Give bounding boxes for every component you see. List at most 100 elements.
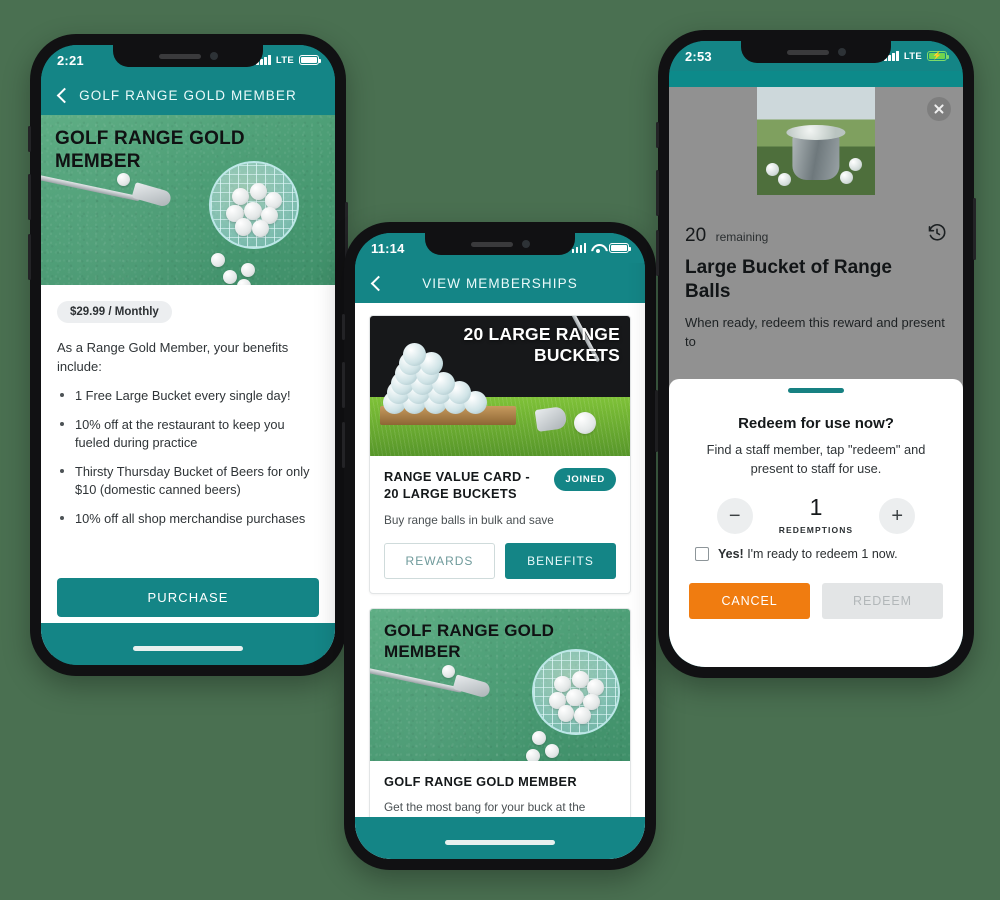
- sheet-actions: CANCEL REDEEM: [689, 583, 943, 620]
- quantity-label: REDEMPTIONS: [778, 525, 854, 536]
- stray-ball: [526, 749, 540, 762]
- status-indicators: [571, 242, 631, 254]
- price-badge: $29.99 / Monthly: [57, 301, 172, 323]
- redeem-button[interactable]: REDEEM: [822, 583, 943, 620]
- sheet-body-text: Find a staff member, tap "redeem" and pr…: [706, 442, 926, 476]
- sheet-heading: Redeem for use now?: [738, 415, 894, 432]
- list-item: 10% off all shop merchandise purchases: [57, 510, 319, 528]
- page-title: VIEW MEMBERSHIPS: [422, 275, 578, 291]
- phone3-volume-up: [656, 170, 659, 216]
- confirm-checkbox-row[interactable]: Yes! I'm ready to redeem 1 now.: [689, 547, 943, 562]
- status-badge: JOINED: [554, 468, 616, 491]
- phone-1-screen: 2:21 LTE GOLF RANGE GOLD MEMBER GOLF RAN…: [41, 45, 335, 665]
- remaining-row: 20 remaining: [669, 213, 963, 250]
- decrement-button[interactable]: −: [716, 497, 753, 534]
- phone-3-screen: 2:53 LTE ⚡ 20 remaining Large Bucket of …: [669, 41, 963, 667]
- status-time: 11:14: [371, 240, 405, 256]
- ball-basket: [209, 161, 299, 249]
- phone1-home-bar-area: [41, 623, 335, 665]
- quantity-value: 1: [809, 494, 823, 521]
- card-subtitle: Buy range balls in bulk and save: [384, 512, 554, 527]
- stray-ball: [532, 731, 546, 746]
- card-actions: REWARDS BENEFITS: [384, 543, 616, 580]
- phone1-nav-bar: GOLF RANGE GOLD MEMBER: [41, 75, 335, 115]
- confirm-text: I'm ready to redeem 1 now.: [743, 547, 898, 562]
- redeem-bottom-sheet: Redeem for use now? Find a staff member,…: [669, 379, 963, 667]
- confirm-label: Yes! I'm ready to redeem 1 now.: [718, 547, 898, 561]
- phone1-notch-contents: [113, 45, 263, 67]
- stray-ball: [211, 253, 225, 267]
- card-image: 20 LARGE RANGE BUCKETS: [370, 316, 630, 456]
- network-label: LTE: [903, 50, 922, 62]
- reward-description: When ready, redeem this reward and prese…: [685, 314, 945, 349]
- reward-photo: [757, 87, 875, 195]
- front-camera-icon: [521, 240, 530, 248]
- front-camera-icon: [209, 52, 218, 60]
- phone-2-screen: 11:14 VIEW MEMBERSHIPS 20 LARGE RANGE BU…: [355, 233, 645, 859]
- stray-ball: [223, 270, 237, 284]
- stray-ball: [237, 279, 251, 285]
- network-label: LTE: [275, 54, 294, 66]
- membership-card[interactable]: 20 LARGE RANGE BUCKETS RANGE VALUE CARD …: [369, 315, 631, 595]
- phone1-hero-image: GOLF RANGE GOLD MEMBER: [41, 115, 335, 285]
- status-time: 2:21: [57, 52, 84, 68]
- ball-bucket: [786, 124, 846, 180]
- cancel-button[interactable]: CANCEL: [689, 583, 810, 620]
- home-indicator[interactable]: [445, 840, 555, 845]
- rewards-button[interactable]: REWARDS: [384, 543, 495, 580]
- phone3-volume-down: [656, 230, 659, 276]
- membership-card[interactable]: GOLF RANGE GOLD MEMBER GOLF RANGE GOLD M…: [369, 608, 631, 848]
- status-indicators: LTE ⚡: [884, 50, 949, 62]
- history-clock-icon[interactable]: [927, 223, 947, 248]
- phone2-home-bar-area: [355, 817, 645, 859]
- list-item: Thirsty Thursday Bucket of Beers for onl…: [57, 463, 319, 499]
- screenshot-stage: 2:21 LTE GOLF RANGE GOLD MEMBER GOLF RAN…: [0, 0, 1000, 900]
- battery-icon: [609, 242, 631, 254]
- stray-ball: [442, 665, 455, 679]
- phone3-mute-switch: [656, 122, 659, 148]
- list-item: 10% off at the restaurant to keep you fu…: [57, 416, 319, 452]
- phone3-power-button: [973, 198, 976, 260]
- redemption-stepper: − 1 REDEMPTIONS +: [689, 496, 943, 535]
- benefits-list: 1 Free Large Bucket every single day! 10…: [57, 387, 319, 529]
- phone2-mute-switch: [342, 314, 345, 340]
- confirm-checkbox[interactable]: [695, 547, 709, 562]
- stray-ball: [545, 744, 559, 759]
- phone1-body: $29.99 / Monthly As a Range Gold Member,…: [41, 285, 335, 655]
- teed-ball: [574, 412, 596, 434]
- phone3-body: 20 remaining Large Bucket of Range Balls…: [669, 87, 963, 667]
- phone2-volume-up: [342, 362, 345, 408]
- purchase-button[interactable]: PURCHASE: [57, 578, 319, 617]
- page-title: GOLF RANGE GOLD MEMBER: [79, 87, 297, 103]
- benefits-intro: As a Range Gold Member, your benefits in…: [57, 340, 289, 374]
- card-body: RANGE VALUE CARD - 20 LARGE BUCKETS JOIN…: [370, 456, 630, 593]
- golf-club-head: [131, 182, 173, 208]
- chevron-left-icon[interactable]: [55, 87, 71, 103]
- earpiece-speaker: [470, 241, 513, 247]
- battery-icon: [299, 54, 321, 66]
- increment-button[interactable]: +: [879, 497, 916, 534]
- battery-charging-icon: ⚡: [927, 50, 949, 62]
- confirm-prefix: Yes!: [718, 547, 744, 562]
- home-indicator[interactable]: [133, 646, 243, 651]
- front-camera-icon: [837, 48, 846, 56]
- card-image-title: 20 LARGE RANGE BUCKETS: [463, 324, 620, 365]
- phone1-mute-switch: [28, 126, 31, 152]
- phone2-nav-bar: VIEW MEMBERSHIPS: [355, 263, 645, 303]
- close-icon[interactable]: [927, 97, 951, 121]
- earpiece-speaker: [786, 49, 829, 55]
- card-title: GOLF RANGE GOLD MEMBER: [384, 774, 577, 790]
- benefits-button[interactable]: BENEFITS: [505, 543, 616, 580]
- phone-3-frame: 2:53 LTE ⚡ 20 remaining Large Bucket of …: [656, 30, 976, 678]
- phone1-volume-down: [28, 234, 31, 280]
- card-image: GOLF RANGE GOLD MEMBER: [370, 609, 630, 762]
- chevron-left-icon[interactable]: [369, 275, 385, 291]
- earpiece-speaker: [158, 53, 201, 59]
- stray-ball: [117, 173, 130, 186]
- status-indicators: LTE: [256, 54, 321, 66]
- phone2-notch-contents: [425, 233, 575, 255]
- stray-ball: [241, 263, 255, 277]
- card-image-title: GOLF RANGE GOLD MEMBER: [384, 621, 555, 661]
- sheet-grabber[interactable]: [788, 388, 844, 393]
- phone-1-frame: 2:21 LTE GOLF RANGE GOLD MEMBER GOLF RAN…: [28, 34, 348, 676]
